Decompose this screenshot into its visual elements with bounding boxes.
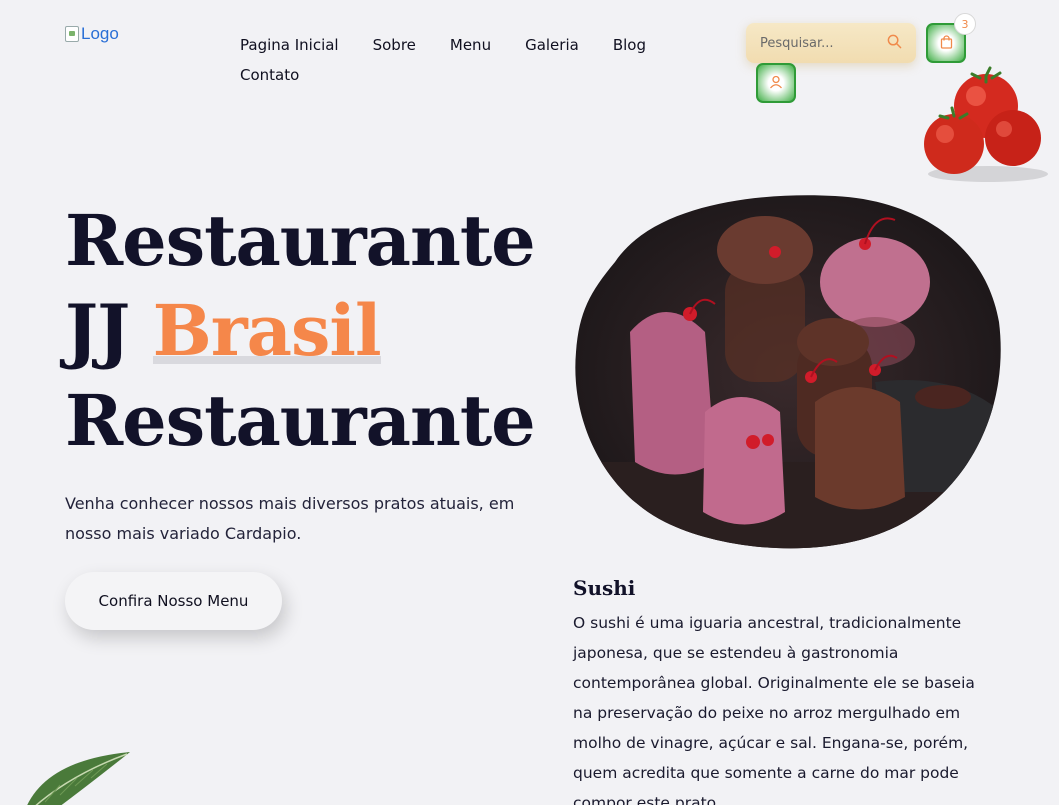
nav-item-pagina-inicial[interactable]: Pagina Inicial [240,36,339,54]
user-button[interactable] [756,63,796,103]
cart-count-badge: 3 [954,13,976,35]
hero-title: Restaurante JJ Brasil Restaurante [65,196,536,466]
featured-dish-description: O sushi é uma iguaria ancestral, tradici… [573,614,975,805]
hero-title-accent: Brasil [152,286,382,376]
hero-title-line-3: Restaurante [65,379,536,462]
dessert-image [575,195,1001,549]
featured-dish-title: Sushi [573,576,636,600]
leaf-decoration [27,752,130,805]
view-menu-button[interactable]: Confira Nosso Menu [65,572,282,630]
nav-item-contato[interactable]: Contato [240,66,299,84]
search-icon[interactable] [887,34,902,53]
logo[interactable]: Logo [65,24,119,44]
search-input[interactable] [760,35,878,51]
hero-title-line-2: JJ Brasil [65,286,535,376]
nav-item-sobre[interactable]: Sobre [373,36,416,54]
broken-image-icon [65,26,79,42]
nav-item-blog[interactable]: Blog [613,36,646,54]
hero-title-line-1: Restaurante [65,199,536,282]
main-nav: Pagina Inicial Sobre Menu Galeria Blog C… [240,36,710,84]
search-box [746,23,916,63]
shopping-bag-icon [940,34,953,52]
tomatoes-decoration [924,66,1048,182]
nav-item-menu[interactable]: Menu [450,36,491,54]
hero-title-jj: JJ [65,289,153,372]
nav-item-galeria[interactable]: Galeria [525,36,579,54]
hero-description: Venha conhecer nossos mais diversos prat… [65,494,515,543]
logo-alt-text: Logo [81,24,119,43]
user-icon [769,75,783,92]
